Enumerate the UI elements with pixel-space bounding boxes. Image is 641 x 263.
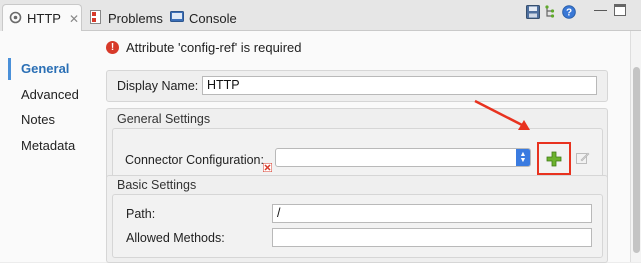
maximize-icon[interactable] (614, 4, 626, 19)
minimize-icon[interactable]: — (594, 2, 607, 17)
tab-console-label: Console (189, 10, 237, 26)
path-input[interactable]: / (272, 204, 592, 223)
general-settings-title: General Settings (117, 112, 211, 126)
tab-http[interactable]: HTTP ✕ (2, 4, 82, 32)
error-message: Attribute 'config-ref' is required (126, 40, 302, 55)
help-icon[interactable]: ? (562, 5, 576, 22)
required-error-icon (262, 161, 273, 175)
display-name-label: Display Name: (117, 79, 199, 93)
console-icon (170, 10, 184, 26)
save-icon[interactable] (526, 5, 540, 22)
view-toolbar: ? (526, 5, 576, 22)
tree-icon[interactable] (544, 5, 558, 22)
add-connector-button[interactable] (544, 149, 564, 169)
sidebar-item-advanced[interactable]: Advanced (8, 84, 88, 106)
allowed-methods-label: Allowed Methods: (126, 231, 225, 245)
sidebar-item-notes[interactable]: Notes (8, 109, 88, 131)
allowed-methods-input[interactable] (272, 228, 592, 247)
sidebar-item-general[interactable]: General (8, 58, 88, 80)
path-label: Path: (126, 207, 156, 221)
tab-problems-label: Problems (108, 10, 163, 26)
close-icon[interactable]: ✕ (69, 12, 79, 26)
http-connector-icon (9, 11, 22, 27)
sidebar-item-metadata[interactable]: Metadata (8, 135, 88, 157)
tab-problems[interactable]: Problems (84, 4, 164, 32)
scrollbar-thumb[interactable] (633, 67, 640, 253)
basic-settings-group: Path: / Allowed Methods: (112, 194, 603, 258)
edit-icon[interactable] (576, 151, 590, 168)
connector-configuration-label: Connector Configuration: (125, 153, 264, 167)
svg-text:?: ? (566, 8, 572, 19)
basic-settings-panel: Basic Settings Path: / Allowed Methods: (106, 175, 608, 263)
tab-console[interactable]: Console (164, 4, 244, 32)
display-name-input[interactable]: HTTP (202, 76, 597, 95)
tab-http-label: HTTP (27, 11, 61, 26)
chevron-up-down-icon[interactable]: ▲ ▼ (516, 149, 530, 166)
error-banner: ! Attribute 'config-ref' is required (106, 40, 302, 55)
main-panel: ! Attribute 'config-ref' is required Dis… (96, 31, 630, 263)
plus-icon (546, 151, 562, 167)
annotation-arrow-icon (474, 99, 530, 130)
error-icon: ! (106, 41, 119, 54)
connector-configuration-select[interactable]: ▲ ▼ (275, 148, 531, 167)
vertical-scrollbar[interactable] (630, 31, 641, 262)
problems-icon (90, 9, 103, 27)
basic-settings-title: Basic Settings (117, 178, 197, 192)
